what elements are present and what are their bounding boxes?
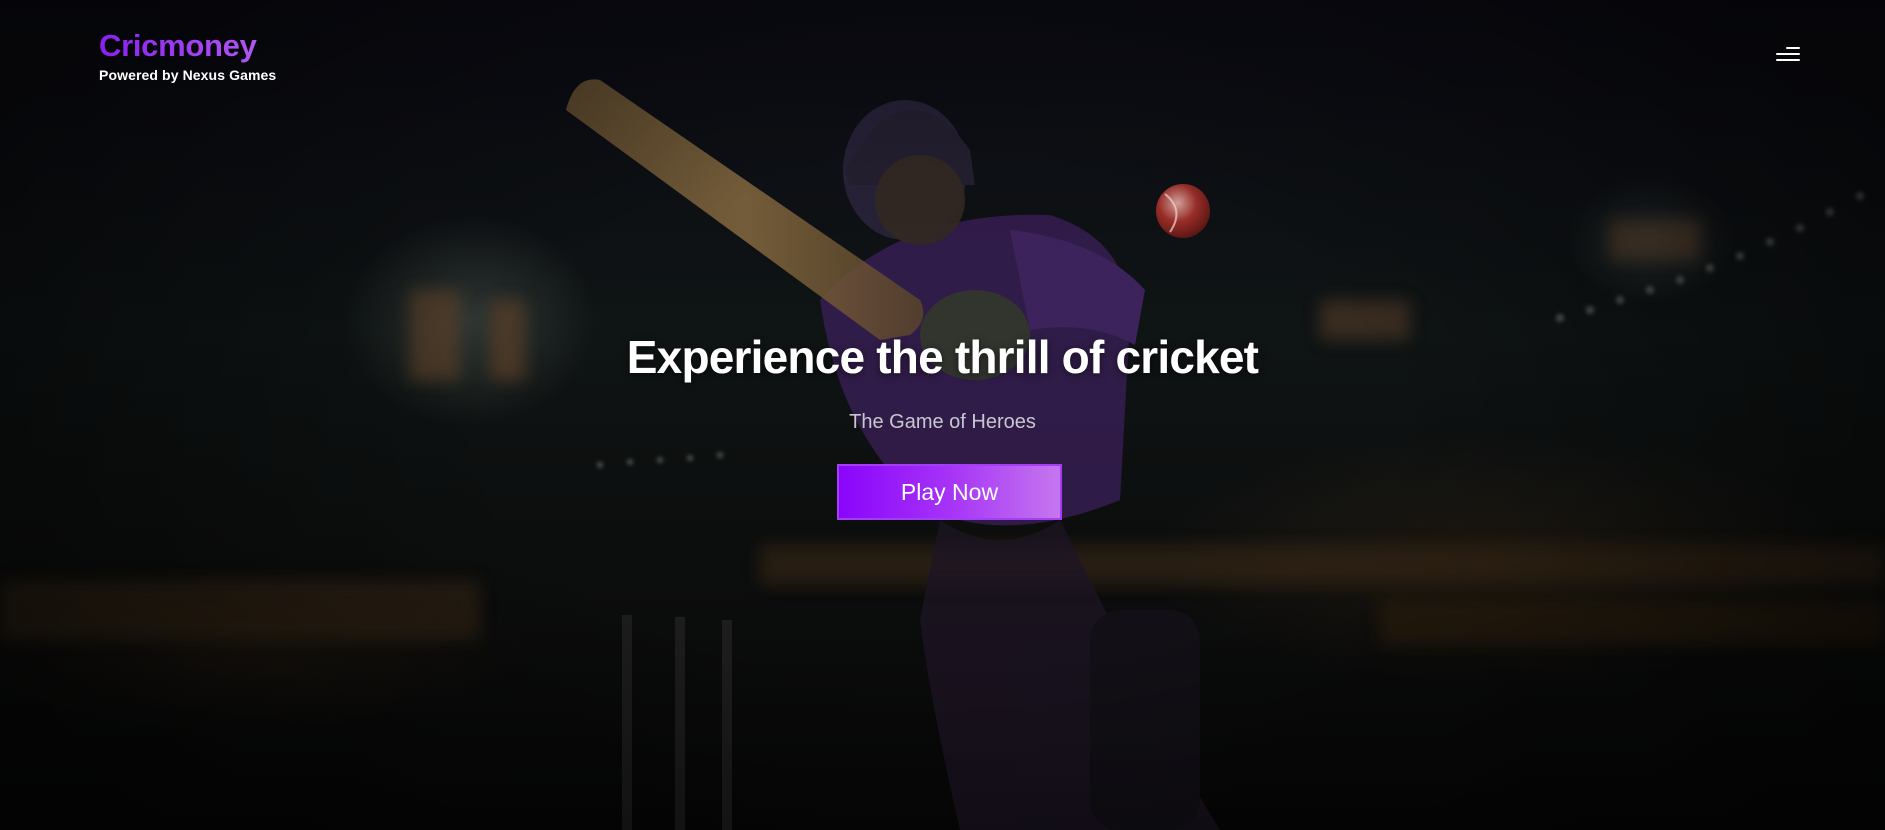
menu-line [1786,47,1800,49]
play-now-button[interactable]: Play Now [837,464,1062,520]
menu-line [1776,59,1800,61]
brand-tagline: Powered by Nexus Games [99,67,277,83]
hero-subtitle: The Game of Heroes [849,411,1036,433]
hero-section: Cricmoney Powered by Nexus Games Experie… [0,0,1885,830]
site-logo[interactable]: Cricmoney Powered by Nexus Games [99,28,276,83]
menu-line [1776,53,1800,55]
hamburger-menu-icon[interactable] [1770,44,1800,64]
hero-title: Experience the thrill of cricket [626,331,1259,383]
brand-name[interactable]: Cricmoney [99,28,276,64]
